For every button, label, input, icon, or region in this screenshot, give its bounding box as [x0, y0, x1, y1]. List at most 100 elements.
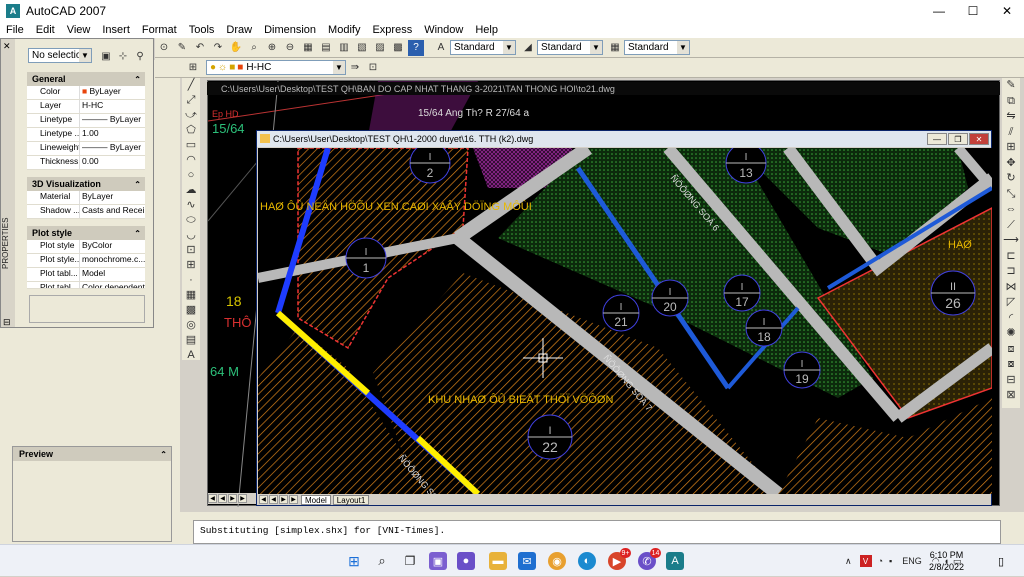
make-current-icon[interactable]: ⇛ [347, 60, 363, 76]
fillet-icon[interactable]: ◜ [1009, 311, 1013, 327]
revision-cloud-icon[interactable]: ☁ [186, 183, 197, 198]
make-block-icon[interactable]: ⊞ [186, 258, 195, 273]
tray-app-icon[interactable]: ▪ [889, 556, 892, 566]
table-icon[interactable]: ▤ [186, 333, 196, 348]
plot-style-section-header[interactable]: Plot style ⌃ [27, 226, 145, 240]
brush-icon[interactable]: ✎ [174, 40, 190, 56]
drawing-close-button[interactable]: ✕ [969, 133, 989, 145]
insert-block-icon[interactable]: ⊡ [186, 243, 195, 258]
media-app-icon[interactable]: ▶ 9+ [608, 548, 631, 570]
prop-row-plot-style[interactable]: Plot style ByColor [27, 240, 145, 254]
drawing-restore-button[interactable]: ❐ [948, 133, 968, 145]
menu-window[interactable]: Window [418, 24, 469, 36]
zoom-previous-icon[interactable]: ⊖ [282, 40, 298, 56]
auto-hide-icon[interactable]: ⊟ [3, 317, 11, 328]
start-icon[interactable]: ⊞ [345, 552, 363, 570]
chamfer-icon[interactable]: ◸ [1007, 295, 1015, 311]
mtext-icon[interactable]: A [187, 348, 194, 363]
autocad-taskbar-icon[interactable]: A [666, 552, 684, 570]
line-icon[interactable]: ╱ [188, 78, 195, 93]
app-tray-icon[interactable]: ◔ [878, 556, 883, 566]
edge-icon[interactable]: ◐ [578, 552, 596, 570]
tab-model[interactable]: Model [301, 494, 331, 505]
clock[interactable]: 6:10 PM 2/8/2022 [929, 549, 964, 573]
break-icon[interactable]: ⊐ [1006, 264, 1015, 280]
layer-manager-icon[interactable]: ⊞ [185, 60, 201, 76]
trim-icon[interactable]: ⟋ [1007, 218, 1015, 234]
antivirus-icon[interactable]: V [859, 555, 872, 567]
tray-overflow-icon[interactable]: ∧ [845, 556, 852, 567]
last-tab-icon[interactable]: ▶ [289, 495, 298, 504]
tool-palettes-icon[interactable]: ▥ [336, 40, 352, 56]
prop-row-plot-table-attached[interactable]: Plot tabl... Model [27, 268, 145, 282]
arc-icon[interactable]: ◠ [186, 153, 196, 168]
properties-icon[interactable]: ▦ [300, 40, 316, 56]
drawing-minimize-button[interactable]: — [927, 133, 947, 145]
prev-tab-icon[interactable]: ◀ [218, 494, 227, 503]
erase-icon[interactable]: ✎ [1006, 78, 1015, 94]
markup-icon[interactable]: ▨ [372, 40, 388, 56]
close-button[interactable]: ✕ [990, 0, 1024, 22]
group-icon[interactable]: ⊠ [1006, 388, 1015, 404]
point-icon[interactable]: · [189, 273, 193, 288]
zoom-window-icon[interactable]: ⊕ [264, 40, 280, 56]
prop-row-plot-style-table[interactable]: Plot style... monochrome.c... [27, 254, 145, 268]
menu-modify[interactable]: Modify [322, 24, 366, 36]
mirror-icon[interactable]: ⇋ [1006, 109, 1015, 125]
widgets-icon[interactable]: ▣ [429, 552, 447, 570]
drawing-canvas[interactable]: KHU NHAØ ÔÛ BIEÄT THÖÏ VÖÔØN HAØ ÔÛ NEÄN… [258, 148, 992, 494]
visualization-section-header[interactable]: 3D Visualization ⌃ [27, 177, 145, 191]
scale-icon[interactable]: ⤡ [1007, 187, 1016, 203]
calculator-icon[interactable]: ▩ [390, 40, 406, 56]
gradient-icon[interactable]: ▩ [186, 303, 196, 318]
first-tab-icon[interactable]: ◀ [259, 495, 268, 504]
join-icon[interactable]: ⋈ [1006, 280, 1017, 296]
pan-icon[interactable]: ✋ [228, 40, 244, 56]
prop-row-linetype-scale[interactable]: Linetype ... 1.00 [27, 128, 145, 142]
zoom-realtime-icon[interactable]: ⌕ [246, 40, 262, 56]
file-explorer-icon[interactable]: ▬ [489, 552, 507, 570]
explode-icon[interactable]: ✺ [1006, 326, 1015, 342]
active-drawing-window[interactable]: C:\Users\User\Desktop\TEST QH\1-2000 duy… [256, 130, 992, 506]
search-icon[interactable]: ⌕ [373, 552, 391, 570]
prev-tab-icon[interactable]: ◀ [269, 495, 278, 504]
menu-dimension[interactable]: Dimension [258, 24, 322, 36]
prop-row-material[interactable]: Material ByLayer [27, 191, 145, 205]
menu-help[interactable]: Help [469, 24, 504, 36]
prop-row-lineweight[interactable]: Lineweight ——— ByLayer [27, 142, 145, 156]
extend-icon[interactable]: ⟶ [1003, 233, 1019, 249]
rectangle-icon[interactable]: ▭ [186, 138, 196, 153]
sheet-set-icon[interactable]: ▧ [354, 40, 370, 56]
mail-icon[interactable]: ✉ [518, 552, 536, 570]
toggle-pickadd-icon[interactable]: ▣ [98, 48, 114, 64]
notifications-icon[interactable]: ▯ [998, 555, 1004, 568]
prop-row-linetype[interactable]: Linetype ——— ByLayer [27, 114, 145, 128]
polyline-icon[interactable]: ⤻ [185, 108, 197, 123]
rotate-icon[interactable]: ↻ [1006, 171, 1015, 187]
prop-row-shadow[interactable]: Shadow ... Casts and Recei... [27, 205, 145, 219]
spline-icon[interactable]: ∿ [186, 198, 195, 213]
redo-icon[interactable]: ↷ [210, 40, 226, 56]
selection-select[interactable]: No selection ▼ [28, 48, 92, 63]
select-objects-icon[interactable]: ⊹ [115, 48, 131, 64]
draworder-icon[interactable]: ⧈ [1008, 342, 1015, 358]
language-indicator[interactable]: ENG [902, 556, 922, 566]
active-drawing-titlebar[interactable]: C:\Users\User\Desktop\TEST QH\1-2000 duy… [257, 131, 991, 147]
menu-file[interactable]: File [0, 24, 30, 36]
menu-edit[interactable]: Edit [30, 24, 61, 36]
last-tab-icon[interactable]: ▶ [238, 494, 247, 503]
polygon-icon[interactable]: ⬠ [186, 123, 196, 138]
menu-format[interactable]: Format [136, 24, 183, 36]
close-icon[interactable]: ✕ [3, 41, 11, 52]
layer-select[interactable]: ● ☼ ■ ■ H-HC ▼ [206, 60, 346, 75]
menu-express[interactable]: Express [366, 24, 418, 36]
offset-icon[interactable]: ⫽ [1009, 125, 1014, 141]
undo-icon[interactable]: ↶ [192, 40, 208, 56]
next-tab-icon[interactable]: ▶ [279, 495, 288, 504]
quick-select-icon[interactable]: ⚲ [132, 48, 148, 64]
hatch-icon[interactable]: ▦ [186, 288, 196, 303]
maximize-button[interactable]: ☐ [956, 0, 990, 22]
messenger-icon[interactable]: ✆ 14 [638, 548, 661, 570]
minimize-button[interactable]: — [922, 0, 956, 22]
prop-row-plot-table-type[interactable]: Plot tabl... Color dependent [27, 282, 145, 289]
